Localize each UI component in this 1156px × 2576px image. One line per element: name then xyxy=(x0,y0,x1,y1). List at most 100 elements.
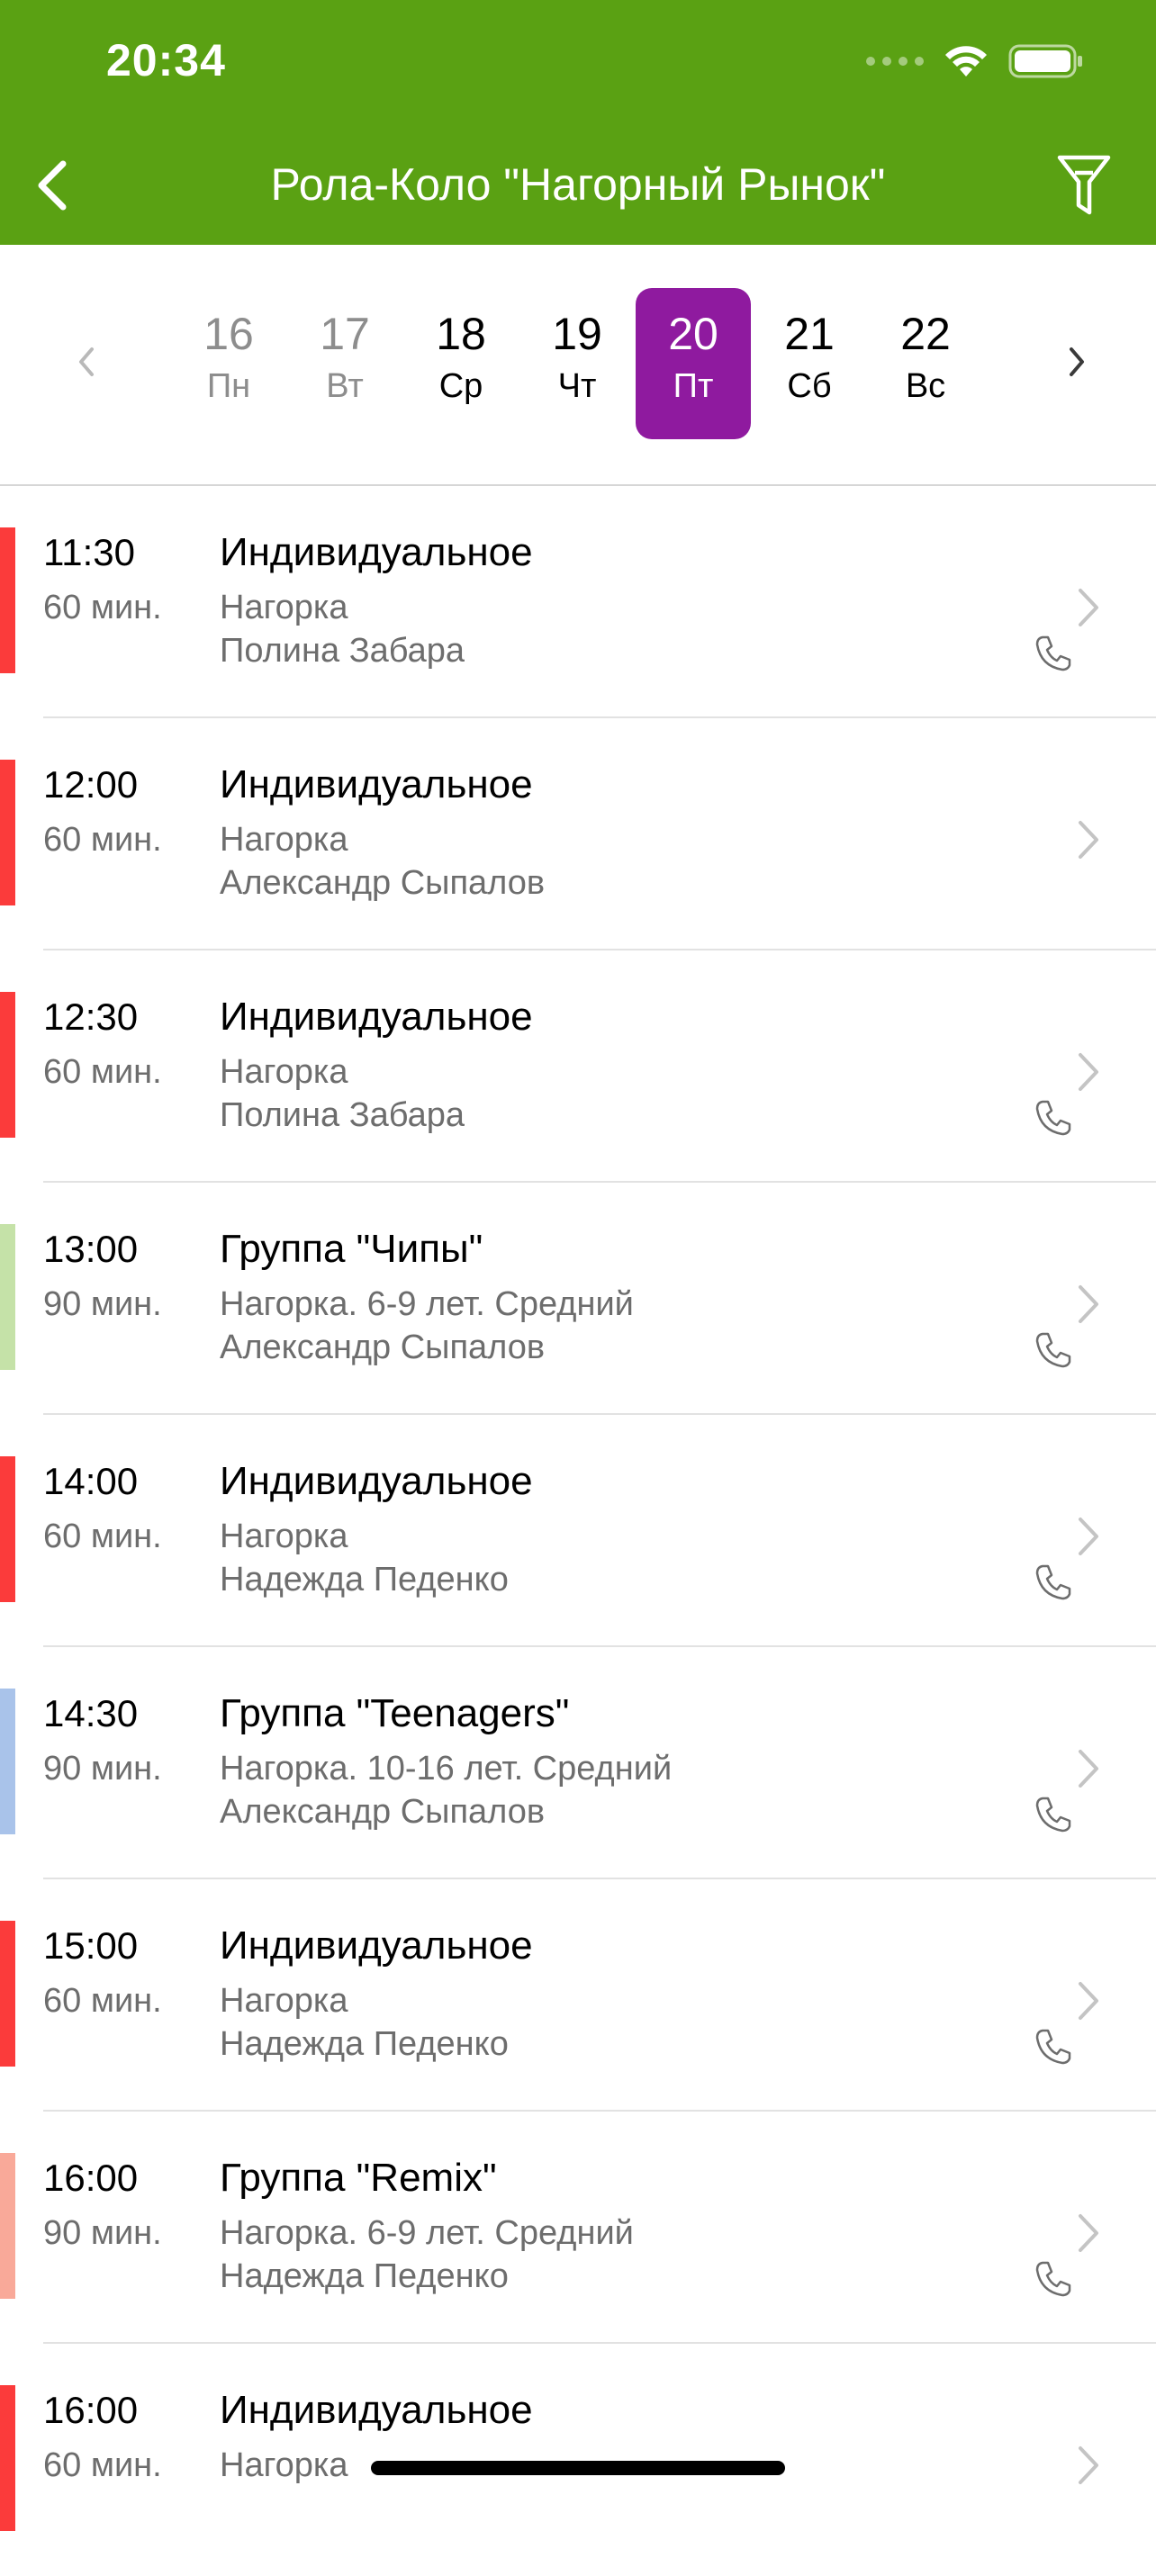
chevron-right-icon xyxy=(1079,1518,1098,1555)
day-number: 20 xyxy=(668,309,718,359)
lesson-title: Индивидуальное xyxy=(220,995,533,1039)
lesson-time: 14:00 xyxy=(43,1460,139,1502)
lesson-title: Группа "Чипы" xyxy=(220,1227,483,1271)
lesson-duration: 60 мин. xyxy=(43,2446,162,2484)
lesson-teacher: Полина Забара xyxy=(220,632,465,670)
lesson-place: Нагорка. 6-9 лет. Средний xyxy=(220,1285,634,1323)
lesson-row[interactable]: 14:00 60 мин. Индивидуальное Нагорка Над… xyxy=(0,1415,1156,1647)
day-tue[interactable]: 17 Вт xyxy=(287,288,402,439)
app-header: 20:34 Рола-Коло "Нагорный Рынок" xyxy=(0,0,1156,245)
wifi-icon xyxy=(945,46,987,77)
lesson-place: Нагорка. 10-16 лет. Средний xyxy=(220,1750,673,1788)
lesson-duration: 60 мин. xyxy=(43,589,162,626)
chevron-right-icon xyxy=(1079,589,1098,626)
page-title: Рола-Коло "Нагорный Рынок" xyxy=(270,159,886,210)
chevron-right-icon xyxy=(1079,821,1098,859)
lesson-place: Нагорка xyxy=(220,589,348,626)
lesson-duration: 60 мин. xyxy=(43,1982,162,2020)
phone-icon[interactable] xyxy=(1034,2027,1073,2067)
lesson-title: Группа "Remix" xyxy=(220,2156,497,2200)
lesson-time: 16:00 xyxy=(43,2389,139,2431)
lesson-row[interactable]: 15:00 60 мин. Индивидуальное Нагорка Над… xyxy=(0,1879,1156,2112)
lesson-place: Нагорка xyxy=(220,1053,348,1091)
phone-icon[interactable] xyxy=(1034,1330,1073,1370)
lesson-color-stripe xyxy=(0,2153,15,2299)
day-name: Ср xyxy=(438,367,483,405)
phone-icon[interactable] xyxy=(1034,634,1073,673)
chevron-right-icon xyxy=(1079,1982,1098,2020)
day-wed[interactable]: 18 Ср xyxy=(403,288,519,439)
lesson-color-stripe xyxy=(0,527,15,673)
phone-icon[interactable] xyxy=(1034,2259,1073,2299)
lesson-color-stripe xyxy=(0,992,15,1138)
battery-icon xyxy=(1008,44,1082,78)
back-button[interactable] xyxy=(25,151,79,220)
chevron-left-icon xyxy=(79,347,94,376)
day-number: 21 xyxy=(784,309,835,359)
lesson-teacher: Александр Сыпалов xyxy=(220,1329,546,1366)
lesson-time: 12:00 xyxy=(43,763,139,806)
day-number: 16 xyxy=(203,309,254,359)
day-number: 19 xyxy=(552,309,602,359)
lesson-duration: 60 мин. xyxy=(43,821,162,859)
lesson-color-stripe xyxy=(0,1689,15,1834)
day-name: Вс xyxy=(905,367,946,405)
lesson-color-stripe xyxy=(0,1224,15,1370)
lesson-row[interactable]: 12:00 60 мин. Индивидуальное Нагорка Але… xyxy=(0,718,1156,950)
chevron-left-icon xyxy=(38,160,67,211)
lesson-place: Нагорка xyxy=(220,821,348,859)
lesson-place: Нагорка. 6-9 лет. Средний xyxy=(220,2214,634,2252)
lesson-title: Группа "Teenagers" xyxy=(220,1691,570,1735)
lesson-time: 16:00 xyxy=(43,2157,139,2199)
phone-icon[interactable] xyxy=(1034,1795,1073,1834)
day-mon[interactable]: 16 Пн xyxy=(171,288,286,439)
lesson-teacher: Надежда Педенко xyxy=(220,2025,509,2063)
lesson-color-stripe xyxy=(0,760,15,905)
phone-icon[interactable] xyxy=(1034,1098,1073,1138)
lesson-row[interactable]: 13:00 90 мин. Группа "Чипы" Нагорка. 6-9… xyxy=(0,1183,1156,1415)
lesson-place: Нагорка xyxy=(220,2446,348,2484)
lesson-row[interactable]: 12:30 60 мин. Индивидуальное Нагорка Пол… xyxy=(0,950,1156,1183)
day-sat[interactable]: 21 Сб xyxy=(752,288,867,439)
day-sun[interactable]: 22 Вс xyxy=(868,288,983,439)
lesson-time: 13:00 xyxy=(43,1228,139,1270)
day-name: Пн xyxy=(206,367,251,405)
lesson-teacher: Полина Забара xyxy=(220,1096,465,1134)
day-name: Вт xyxy=(326,367,364,405)
lesson-title: Индивидуальное xyxy=(220,530,533,574)
filter-icon xyxy=(1057,155,1111,215)
day-fri-selected[interactable]: 20 Пт xyxy=(636,288,751,439)
day-thu[interactable]: 19 Чт xyxy=(519,288,635,439)
lesson-color-stripe xyxy=(0,1456,15,1602)
previous-week-button[interactable] xyxy=(59,335,113,389)
day-number: 18 xyxy=(436,309,486,359)
chevron-right-icon xyxy=(1079,1053,1098,1091)
chevron-right-icon xyxy=(1079,2214,1098,2252)
lesson-time: 12:30 xyxy=(43,995,139,1038)
chevron-right-icon xyxy=(1079,1285,1098,1323)
lesson-duration: 90 мин. xyxy=(43,1750,162,1788)
lesson-teacher: Александр Сыпалов xyxy=(220,864,546,902)
lesson-title: Индивидуальное xyxy=(220,1459,533,1503)
chevron-right-icon xyxy=(1079,1750,1098,1788)
chevron-right-icon xyxy=(1079,2446,1098,2484)
day-number: 17 xyxy=(320,309,370,359)
phone-icon[interactable] xyxy=(1034,1563,1073,1602)
next-week-button[interactable] xyxy=(1050,335,1104,389)
lesson-time: 11:30 xyxy=(43,531,135,573)
status-icons xyxy=(866,43,1084,79)
lesson-title: Индивидуальное xyxy=(220,762,533,806)
lesson-place: Нагорка xyxy=(220,1982,348,2020)
lesson-row[interactable]: 14:30 90 мин. Группа "Teenagers" Нагорка… xyxy=(0,1647,1156,1879)
filter-button[interactable] xyxy=(1046,148,1122,223)
lesson-place: Нагорка xyxy=(220,1518,348,1555)
lesson-time: 15:00 xyxy=(43,1924,139,1967)
lesson-row[interactable]: 11:30 60 мин. Индивидуальное Нагорка Пол… xyxy=(0,486,1156,718)
day-number: 22 xyxy=(900,309,951,359)
home-indicator[interactable] xyxy=(371,2461,785,2475)
lesson-row[interactable]: 16:00 60 мин. Индивидуальное Нагорка xyxy=(0,2344,1156,2576)
day-name: Пт xyxy=(673,367,714,405)
lesson-row[interactable]: 16:00 90 мин. Группа "Remix" Нагорка. 6-… xyxy=(0,2112,1156,2344)
day-name: Чт xyxy=(557,367,597,405)
lesson-teacher: Александр Сыпалов xyxy=(220,1793,546,1831)
